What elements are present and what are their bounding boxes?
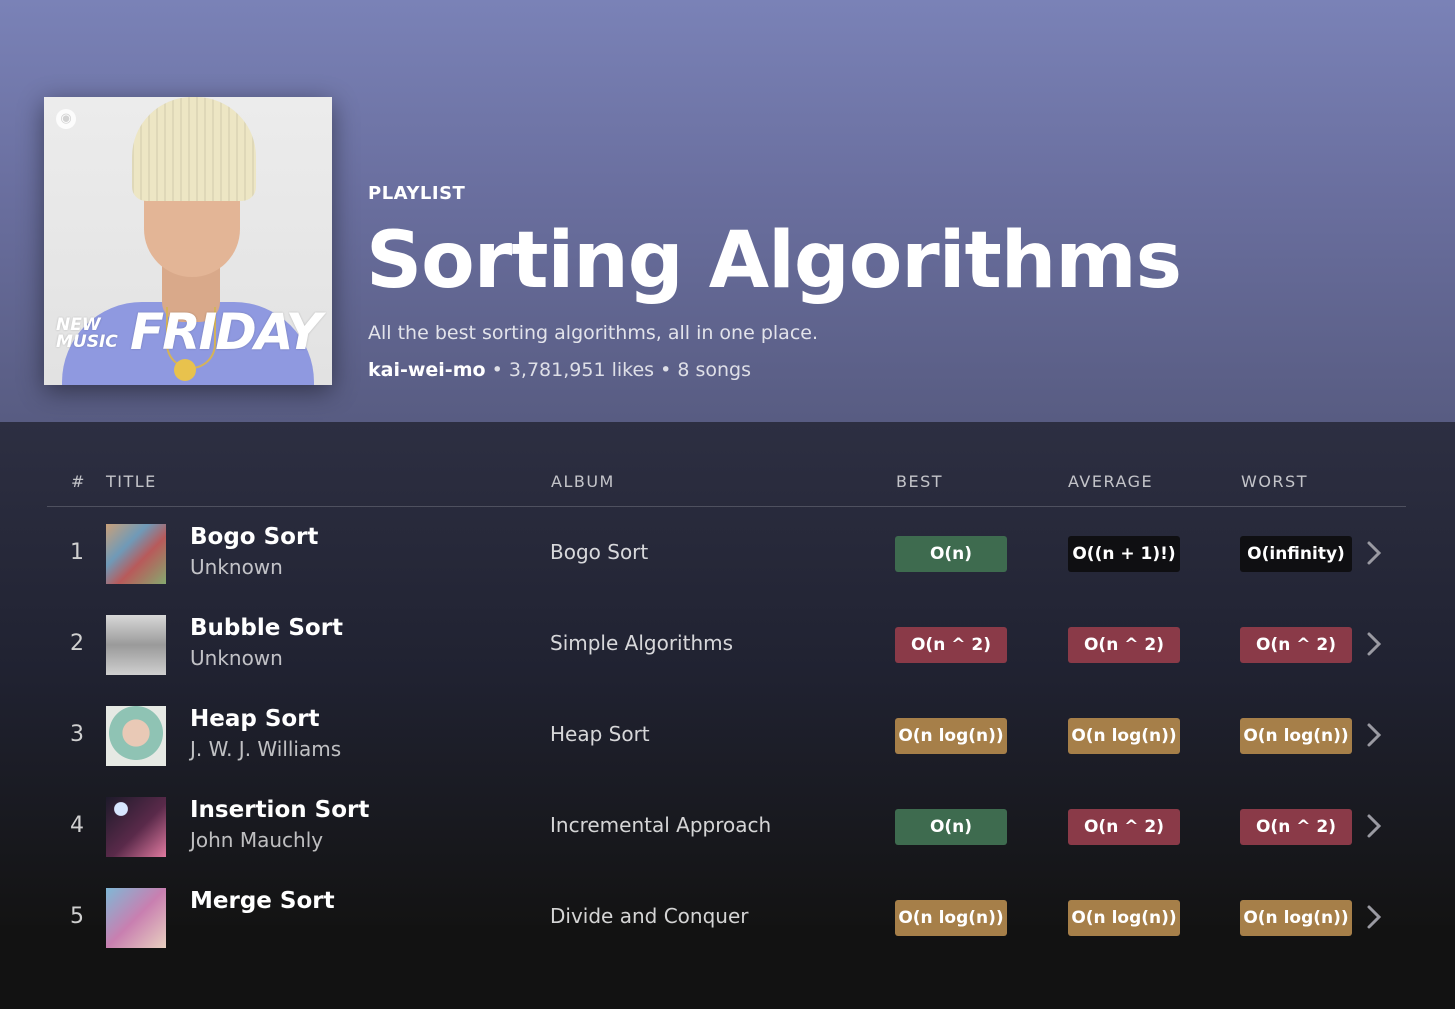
chevron-right-icon[interactable]	[1364, 720, 1384, 750]
track-number: 4	[70, 813, 84, 838]
best-complexity-badge: O(n)	[895, 809, 1007, 845]
album-thumbnail	[106, 706, 166, 766]
playlist-meta: kai-wei-mo • 3,781,951 likes • 8 songs	[368, 359, 751, 381]
average-complexity-badge: O(n ^ 2)	[1068, 627, 1180, 663]
column-header-best: BEST	[896, 472, 944, 491]
cover-brand-small: NEW MUSIC	[56, 315, 118, 352]
album-thumbnail	[106, 888, 166, 948]
track-title[interactable]: Insertion Sort	[190, 797, 369, 823]
playlist-description: All the best sorting algorithms, all in …	[368, 322, 818, 344]
cover-beanie-shape	[132, 97, 256, 201]
column-header-num: #	[71, 472, 86, 491]
chevron-right-icon[interactable]	[1364, 902, 1384, 932]
worst-complexity-badge: O(infinity)	[1240, 536, 1352, 572]
worst-complexity-badge: O(n ^ 2)	[1240, 627, 1352, 663]
playlist-owner-link[interactable]: kai-wei-mo	[368, 359, 486, 381]
worst-complexity-badge: O(n ^ 2)	[1240, 809, 1352, 845]
average-complexity-badge: O(n log(n))	[1068, 718, 1180, 754]
average-complexity-badge: O(n log(n))	[1068, 900, 1180, 936]
track-album[interactable]: Divide and Conquer	[550, 904, 748, 928]
worst-complexity-badge: O(n log(n))	[1240, 900, 1352, 936]
chevron-right-icon[interactable]	[1364, 629, 1384, 659]
track-album[interactable]: Heap Sort	[550, 722, 650, 746]
column-header-album: ALBUM	[551, 472, 615, 491]
worst-complexity-badge: O(n log(n))	[1240, 718, 1352, 754]
album-thumbnail	[106, 615, 166, 675]
track-title[interactable]: Merge Sort	[190, 888, 335, 914]
track-row[interactable]: 5 Merge Sort Divide and Conquer O(n log(…	[0, 888, 1455, 1009]
playlist-likes: • 3,781,951 likes	[491, 359, 655, 381]
track-album[interactable]: Incremental Approach	[550, 813, 771, 837]
chevron-right-icon[interactable]	[1364, 811, 1384, 841]
column-header-title: TITLE	[106, 472, 157, 491]
playlist-title: Sorting Algorithms	[366, 216, 1182, 306]
best-complexity-badge: O(n ^ 2)	[895, 627, 1007, 663]
best-complexity-badge: O(n)	[895, 536, 1007, 572]
track-artist[interactable]: J. W. J. Williams	[190, 737, 341, 761]
playlist-header: ◉ NEW MUSIC FRIDAY PLAYLIST Sorting Algo…	[0, 0, 1455, 422]
track-album[interactable]: Bogo Sort	[550, 540, 648, 564]
track-title[interactable]: Heap Sort	[190, 706, 320, 732]
column-header-average: AVERAGE	[1068, 472, 1154, 491]
track-artist[interactable]: Unknown	[190, 646, 283, 670]
track-title[interactable]: Bubble Sort	[190, 615, 343, 641]
track-number: 1	[70, 540, 84, 565]
playlist-song-count: • 8 songs	[660, 359, 752, 381]
track-artist[interactable]: John Mauchly	[190, 828, 323, 852]
playlist-cover-art[interactable]: ◉ NEW MUSIC FRIDAY	[44, 97, 332, 385]
track-number: 3	[70, 722, 84, 747]
best-complexity-badge: O(n log(n))	[895, 718, 1007, 754]
track-number: 5	[70, 904, 84, 929]
cover-brand-big: FRIDAY	[130, 303, 322, 361]
chevron-right-icon[interactable]	[1364, 538, 1384, 568]
average-complexity-badge: O((n + 1)!)	[1068, 536, 1180, 572]
track-number: 2	[70, 631, 84, 656]
track-title[interactable]: Bogo Sort	[190, 524, 318, 550]
header-divider	[47, 506, 1406, 507]
average-complexity-badge: O(n ^ 2)	[1068, 809, 1180, 845]
column-header-worst: WORST	[1241, 472, 1308, 491]
album-thumbnail	[106, 524, 166, 584]
spotify-logo-icon: ◉	[56, 109, 76, 129]
cover-pendant-shape	[174, 359, 196, 381]
track-album[interactable]: Simple Algorithms	[550, 631, 733, 655]
album-thumbnail	[106, 797, 166, 857]
track-artist[interactable]: Unknown	[190, 555, 283, 579]
best-complexity-badge: O(n log(n))	[895, 900, 1007, 936]
playlist-kind-label: PLAYLIST	[368, 183, 466, 204]
